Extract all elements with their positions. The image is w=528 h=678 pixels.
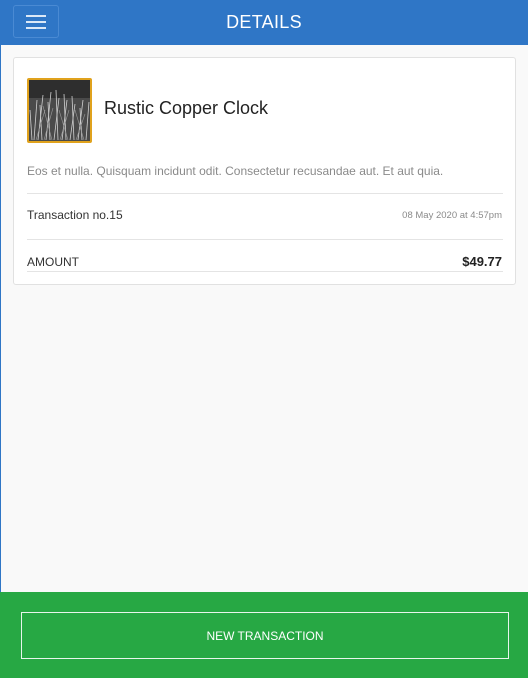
app-header: DETAILS	[0, 0, 528, 45]
product-description: Eos et nulla. Quisquam incidunt odit. Co…	[27, 164, 444, 178]
divider	[27, 271, 503, 272]
page-title: DETAILS	[226, 12, 302, 32]
new-transaction-button[interactable]: NEW TRANSACTION	[21, 612, 509, 659]
left-border	[0, 45, 1, 678]
transaction-date: 08 May 2020 at 4:57pm	[402, 210, 502, 221]
divider	[27, 239, 503, 240]
transaction-card: Rustic Copper Clock Eos et nulla. Quisqu…	[13, 57, 516, 285]
product-title: Rustic Copper Clock	[104, 98, 269, 118]
grass-image	[29, 80, 90, 141]
transaction-number: Transaction no.15	[27, 208, 123, 222]
hamburger-menu-icon	[26, 14, 46, 29]
divider	[27, 193, 503, 194]
footer-bar: NEW TRANSACTION	[0, 592, 528, 678]
product-thumbnail	[27, 78, 92, 143]
menu-button[interactable]	[13, 5, 59, 38]
amount-value: $49.77	[462, 254, 502, 269]
amount-label: AMOUNT	[27, 255, 79, 269]
